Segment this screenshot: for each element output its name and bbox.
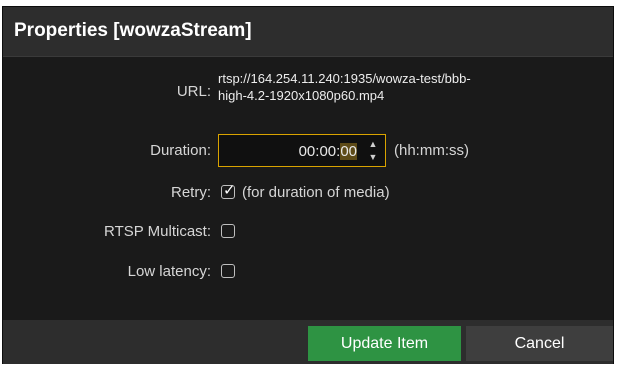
cancel-button[interactable]: Cancel [466, 326, 613, 361]
rtsp-multicast-checkbox[interactable] [221, 224, 235, 238]
url-value: rtsp://164.254.11.240:1935/wowza-test/bb… [218, 70, 558, 104]
dialog-footer: Update Item Cancel [3, 320, 613, 364]
retry-checkbox[interactable]: ✓ [221, 182, 236, 199]
duration-value-prefix: 00:00: [298, 143, 341, 160]
properties-dialog: Properties [wowzaStream] URL: rtsp://164… [2, 6, 614, 364]
duration-seconds-segment[interactable]: 00 [340, 143, 357, 160]
duration-label: Duration: [150, 142, 211, 159]
low-latency-checkbox[interactable] [221, 264, 235, 278]
chevron-up-icon[interactable]: ▲ [367, 139, 379, 149]
url-value-line2: high-4.2-1920x1080p60.mp4 [218, 88, 385, 103]
url-label: URL: [176, 83, 211, 100]
rtsp-multicast-label: RTSP Multicast: [104, 223, 211, 240]
chevron-down-icon[interactable]: ▼ [367, 152, 379, 162]
update-item-button[interactable]: Update Item [308, 326, 461, 361]
url-value-line1: rtsp://164.254.11.240:1935/wowza-test/bb… [218, 71, 471, 86]
retry-hint: (for duration of media) [242, 184, 390, 201]
duration-input[interactable]: 00:00:00 ▲ ▼ [218, 134, 386, 167]
dialog-titlebar: Properties [wowzaStream] [3, 7, 613, 57]
dialog-title: Properties [wowzaStream] [14, 20, 252, 41]
retry-label: Retry: [170, 184, 211, 201]
checkmark-icon: ✓ [223, 182, 236, 199]
duration-format-hint: (hh:mm:ss) [394, 142, 469, 159]
duration-value[interactable]: 00:00:00 [299, 143, 357, 160]
low-latency-label: Low latency: [127, 263, 211, 280]
